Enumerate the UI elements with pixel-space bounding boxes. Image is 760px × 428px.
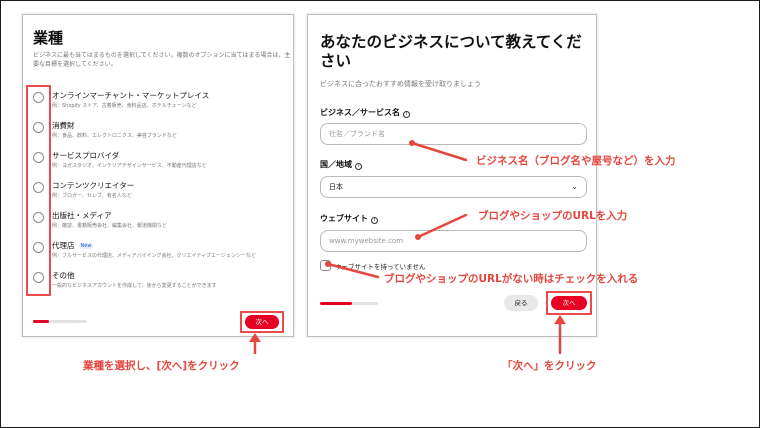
arrow-dot [415, 234, 421, 240]
annotation-business-name: ビジネス名（ブログ名や屋号など）を入力 [476, 155, 676, 167]
arrow-dot [325, 261, 331, 267]
arrow-head-up-icon [249, 333, 261, 342]
arrow-business-name [410, 141, 468, 162]
arrow-head-up-icon [554, 315, 566, 324]
annotation-website: ブログやショップのURLを入力 [478, 210, 628, 222]
arrow-no-website [326, 262, 380, 279]
annotation-right-caption: 「次へ」をクリック [502, 360, 597, 372]
annotation-no-website: ブログやショップのURLがない時はチェックを入れる [384, 273, 639, 285]
arrow-website [416, 213, 468, 239]
arrow-dot [409, 140, 415, 146]
annotation-left-caption: 業種を選択し、[次へ]をクリック [83, 360, 240, 372]
